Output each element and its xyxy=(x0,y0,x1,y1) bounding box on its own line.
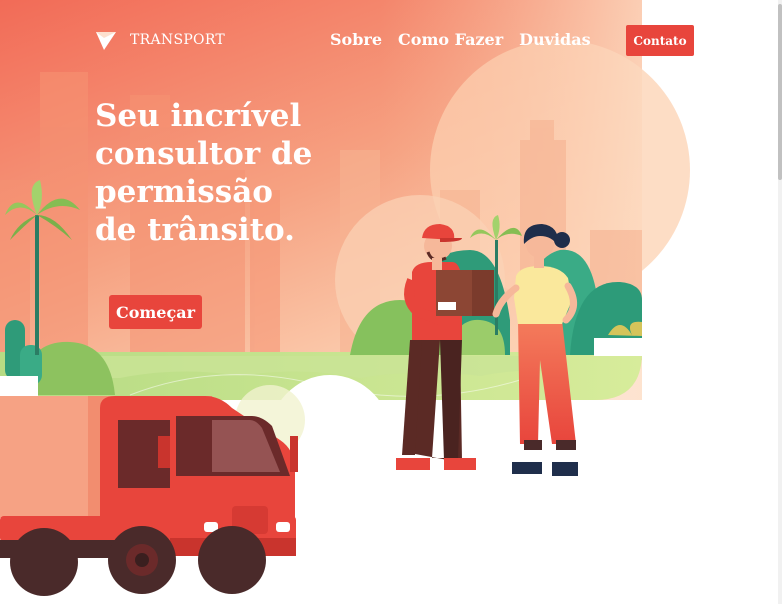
headline-line-2: consultor de xyxy=(95,136,313,172)
scrollbar-thumb[interactable] xyxy=(778,4,782,180)
page-scrollbar[interactable] xyxy=(778,0,782,604)
nav-link-como-fazer[interactable]: Como Fazer xyxy=(398,30,503,49)
brand-logo[interactable]: TRANSPORT xyxy=(94,28,225,52)
hero-headline: Seu incrível consultor de permissão de t… xyxy=(95,97,335,249)
main-nav: Sobre Como Fazer Duvidas xyxy=(330,30,591,49)
headline-line-4: de trânsito. xyxy=(95,212,295,248)
brand-name: TRANSPORT xyxy=(130,32,226,48)
headline-line-1: Seu incrível xyxy=(95,98,302,134)
paper-plane-icon xyxy=(96,32,116,50)
nav-link-duvidas[interactable]: Duvidas xyxy=(519,30,590,49)
start-button[interactable]: Começar xyxy=(109,295,202,329)
contact-button[interactable]: Contato xyxy=(626,25,694,56)
headline-line-3: permissão xyxy=(95,174,273,210)
nav-link-sobre[interactable]: Sobre xyxy=(330,30,382,49)
